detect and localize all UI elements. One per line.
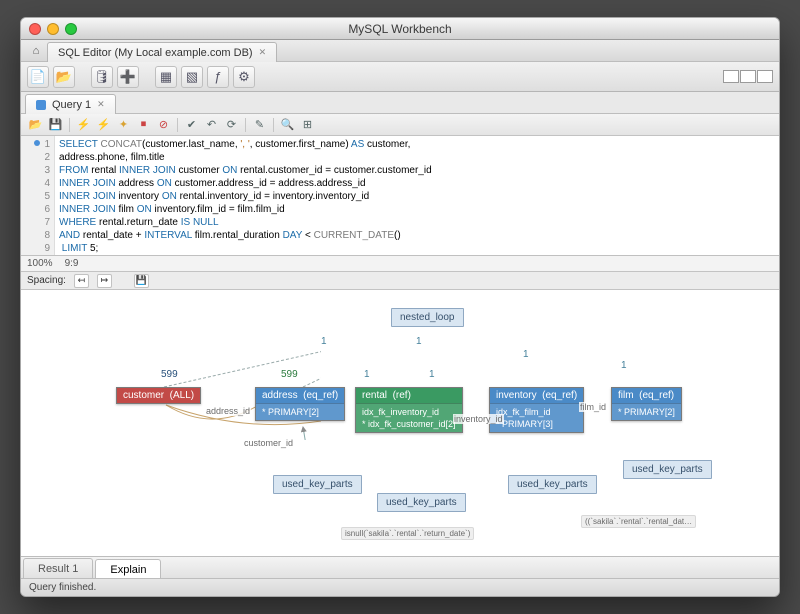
status-bar: Query finished. (21, 578, 779, 596)
title-bar: MySQL Workbench (21, 18, 779, 40)
new-function-button[interactable]: ⚙ (233, 66, 255, 88)
limit-icon[interactable]: ✎ (251, 116, 268, 133)
explain-diagram[interactable]: nested_loop customer (ALL) address (eq_ref… (21, 290, 779, 556)
traffic-lights (21, 23, 77, 35)
execute-icon[interactable]: ⚡ (75, 116, 92, 133)
rollback-icon[interactable]: ↶ (203, 116, 220, 133)
sql-editor[interactable]: 123456789 SELECT CONCAT(customer.last_na… (21, 136, 779, 256)
spacing-bar: Spacing: ↤ ↦ 💾 (21, 272, 779, 290)
main-toolbar: 📄 📂 🛢 ➕ ▦ ▧ ƒ ⚙ (21, 62, 779, 92)
zoom-label: 100% (27, 258, 53, 269)
nested-loop-node[interactable]: nested_loop (391, 308, 464, 327)
row-count: 1 (416, 336, 422, 347)
save-icon[interactable]: 💾 (47, 116, 64, 133)
zoom-icon[interactable] (65, 23, 77, 35)
row-count: 1 (321, 336, 327, 347)
code-content[interactable]: SELECT CONCAT(customer.last_name, ', ', … (55, 136, 779, 255)
edge-label: customer_id (243, 438, 294, 448)
window-title: MySQL Workbench (21, 22, 779, 36)
connection-tab[interactable]: SQL Editor (My Local example.com DB) ✕ (47, 42, 277, 62)
spacing-decrease-icon[interactable]: ↤ (74, 274, 89, 288)
used-key-parts-node[interactable]: used_key_parts (623, 460, 712, 479)
home-icon[interactable]: ⌂ (25, 41, 47, 61)
used-key-parts-node[interactable]: used_key_parts (273, 475, 362, 494)
new-routine-button[interactable]: ƒ (207, 66, 229, 88)
new-schema-button[interactable]: ➕ (117, 66, 139, 88)
table-node-inventory[interactable]: inventory (eq_ref)idx_fk_film_id* PRIMAR… (489, 387, 584, 433)
close-query-icon[interactable]: ✕ (97, 99, 105, 110)
open-sql-button[interactable]: 📂 (53, 66, 75, 88)
gutter: 123456789 (21, 136, 55, 255)
sql-icon (36, 100, 46, 110)
editor-status: 100% 9:9 (21, 256, 779, 272)
table-node-film[interactable]: film (eq_ref)* PRIMARY[2] (611, 387, 682, 421)
open-file-icon[interactable]: 📂 (27, 116, 44, 133)
query-tabs: Query 1 ✕ (21, 92, 779, 114)
editor-toolbar: 📂 💾 ⚡ ⚡ ✦ ⏹ ⊘ ✔ ↶ ⟳ ✎ 🔍 ⊞ (21, 114, 779, 136)
result-tabs: Result 1 Explain (21, 556, 779, 578)
row-count: 1 (621, 360, 627, 371)
condition-note: isnull(`sakila`.`rental`.`return_date`) (341, 527, 474, 540)
condition-note: ((`sakila`.`rental`.`rental_dat… (581, 515, 696, 528)
row-count: 1 (429, 369, 435, 380)
execute-current-icon[interactable]: ⚡ (95, 116, 112, 133)
table-node-customer[interactable]: customer (ALL) (116, 387, 201, 404)
explain-icon[interactable]: ✦ (115, 116, 132, 133)
new-table-button[interactable]: ▦ (155, 66, 177, 88)
toggle-bottom-panel[interactable] (740, 70, 756, 83)
connection-tab-label: SQL Editor (My Local example.com DB) (58, 47, 253, 59)
toggle-right-panel[interactable] (757, 70, 773, 83)
toggle-left-panel[interactable] (723, 70, 739, 83)
close-tab-icon[interactable]: ✕ (259, 47, 267, 58)
close-icon[interactable] (29, 23, 41, 35)
used-key-parts-node[interactable]: used_key_parts (508, 475, 597, 494)
result-tab[interactable]: Result 1 (23, 558, 93, 578)
save-image-icon[interactable]: 💾 (134, 274, 149, 288)
app-window: MySQL Workbench ⌂ SQL Editor (My Local e… (20, 17, 780, 597)
spacing-increase-icon[interactable]: ↦ (97, 274, 112, 288)
inspector-button[interactable]: 🛢 (91, 66, 113, 88)
edge-label: inventory_id (453, 414, 504, 424)
connection-tabs: ⌂ SQL Editor (My Local example.com DB) ✕ (21, 40, 779, 62)
minimize-icon[interactable] (47, 23, 59, 35)
row-count: 599 (161, 369, 178, 380)
query-tab[interactable]: Query 1 ✕ (25, 94, 116, 114)
spacing-label: Spacing: (27, 275, 66, 286)
new-sql-tab-button[interactable]: 📄 (27, 66, 49, 88)
cursor-pos: 9:9 (65, 258, 79, 269)
used-key-parts-node[interactable]: used_key_parts (377, 493, 466, 512)
autocommit-icon[interactable]: ⟳ (223, 116, 240, 133)
explain-tab[interactable]: Explain (95, 559, 161, 579)
find-icon[interactable]: 🔍 (279, 116, 296, 133)
row-count: 599 (281, 369, 298, 380)
table-node-rental[interactable]: rental (ref)idx_fk_inventory_id* idx_fk_… (355, 387, 463, 433)
commit-icon[interactable]: ✔ (183, 116, 200, 133)
stop-all-icon[interactable]: ⊘ (155, 116, 172, 133)
table-node-address[interactable]: address (eq_ref)* PRIMARY[2] (255, 387, 345, 421)
new-view-button[interactable]: ▧ (181, 66, 203, 88)
edge-label: film_id (579, 402, 607, 412)
row-count: 1 (523, 349, 529, 360)
edge-label: address_id (205, 406, 251, 416)
stop-icon[interactable]: ⏹ (135, 116, 152, 133)
beautify-icon[interactable]: ⊞ (299, 116, 316, 133)
status-text: Query finished. (29, 582, 96, 593)
panel-toggles (723, 70, 773, 83)
query-tab-label: Query 1 (52, 99, 91, 111)
row-count: 1 (364, 369, 370, 380)
